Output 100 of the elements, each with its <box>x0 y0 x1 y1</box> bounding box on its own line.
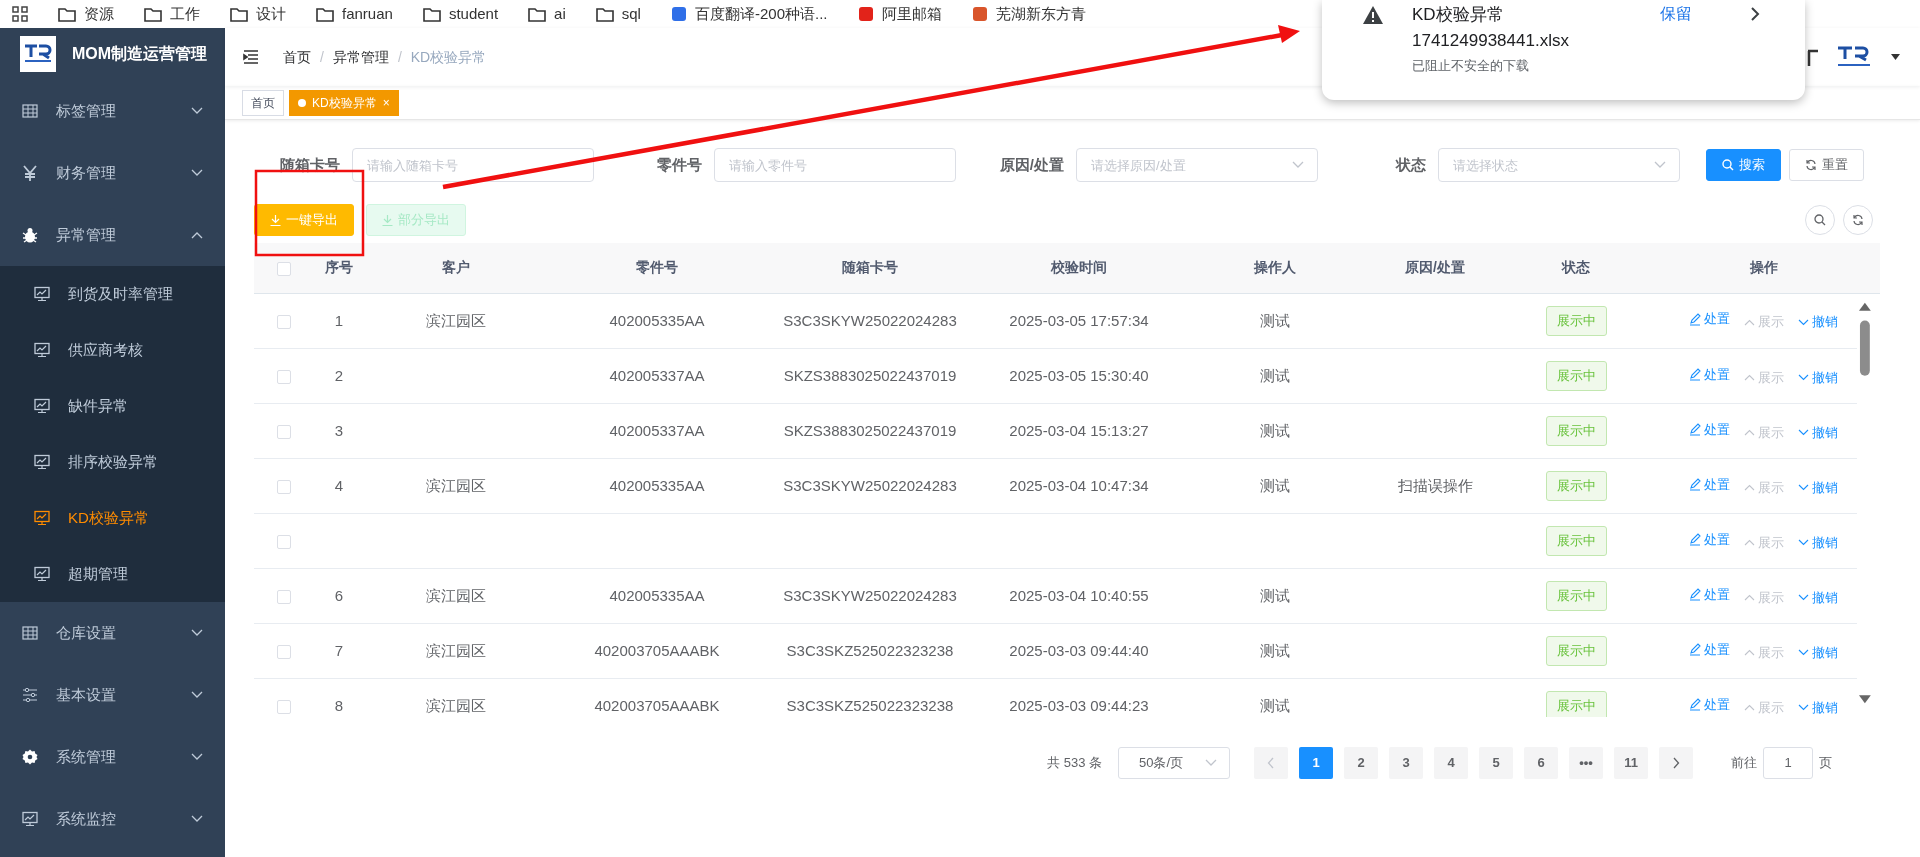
page-button[interactable]: 5 <box>1479 746 1513 779</box>
menu-item[interactable]: 系统监控 <box>0 788 225 850</box>
checkbox[interactable] <box>277 424 291 439</box>
apps-icon[interactable] <box>12 6 28 22</box>
bookmark[interactable]: 设计 <box>230 2 286 26</box>
action-link[interactable]: 处置 <box>1689 419 1730 440</box>
action-link[interactable]: 撤销 <box>1798 642 1838 663</box>
column-header: 序号 <box>325 259 353 276</box>
bookmark[interactable]: 阿里邮箱 <box>857 2 942 26</box>
menu-item[interactable]: 异常管理 <box>0 204 225 266</box>
chevron-up-icon <box>1744 648 1755 656</box>
page-input[interactable]: 1 <box>1763 746 1813 779</box>
checkbox[interactable] <box>277 699 291 714</box>
action-link[interactable]: 撤销 <box>1798 312 1838 332</box>
refresh-button[interactable] <box>1843 205 1873 235</box>
folder-icon <box>230 6 248 22</box>
page-button[interactable]: 3 <box>1389 746 1423 779</box>
checkbox[interactable] <box>277 534 291 549</box>
status-tag: 展示中 <box>1545 361 1607 391</box>
table-cell: 2 <box>334 366 344 384</box>
input-field[interactable]: 请输入零件号 <box>714 148 956 182</box>
table-cell: SKZS3883025022437019 <box>783 366 957 384</box>
select-field[interactable]: 请选择状态 <box>1438 148 1680 182</box>
page-button[interactable]: 4 <box>1434 746 1468 779</box>
action-link[interactable]: 处置 <box>1689 639 1730 660</box>
menu-item[interactable]: 标签管理 <box>0 80 225 142</box>
tab-label: 首页 <box>251 94 275 112</box>
reset-button[interactable]: 重置 <box>1789 149 1864 181</box>
bookmark[interactable]: ai <box>528 2 566 26</box>
next-page-button[interactable] <box>1659 746 1693 779</box>
table-cell: 滨江园区 <box>425 311 486 329</box>
breadcrumb-item[interactable]: 异常管理 <box>332 46 389 68</box>
action-link[interactable]: 处置 <box>1689 529 1730 550</box>
action-link[interactable]: 撤销 <box>1798 422 1838 443</box>
menu-item[interactable]: 财务管理 <box>0 142 225 204</box>
submenu-item[interactable]: 到货及时率管理 <box>0 266 225 322</box>
submenu-item[interactable]: KD校验异常 <box>0 490 225 546</box>
column-header: 原因/处置 <box>1405 259 1465 276</box>
action-link[interactable]: 处置 <box>1689 364 1730 385</box>
submenu-item[interactable]: 供应商考核 <box>0 322 225 378</box>
select-field[interactable]: 请选择原因/处置 <box>1076 148 1318 182</box>
tab[interactable]: 首页 <box>242 89 284 116</box>
checkbox[interactable] <box>277 314 291 329</box>
page-button[interactable]: 11 <box>1614 746 1648 779</box>
search-toggle-button[interactable] <box>1805 205 1835 235</box>
menu-item[interactable]: 系统管理 <box>0 726 225 788</box>
submenu-item[interactable]: 超期管理 <box>0 546 225 602</box>
caret-icon[interactable] <box>1891 54 1900 60</box>
table-cell: 测试 <box>1260 311 1290 329</box>
submenu-item[interactable]: 缺件异常 <box>0 378 225 434</box>
checkbox[interactable] <box>277 589 291 604</box>
action-link: 展示 <box>1744 697 1784 717</box>
action-link[interactable]: 撤销 <box>1798 367 1838 388</box>
bookmark[interactable]: fanruan <box>316 2 393 26</box>
action-link[interactable]: 处置 <box>1689 309 1730 329</box>
menu-item[interactable]: 基本设置 <box>0 664 225 726</box>
action-link[interactable]: 撤销 <box>1798 477 1838 498</box>
breadcrumb-separator: / <box>320 47 324 67</box>
action-link: 展示 <box>1744 532 1784 553</box>
bookmark[interactable]: 工作 <box>144 2 200 26</box>
header-icon[interactable] <box>1807 48 1819 66</box>
table-cell: 2025-03-04 10:47:34 <box>1009 476 1149 494</box>
previous-page-button[interactable] <box>1254 746 1288 779</box>
action-link[interactable]: 撤销 <box>1798 532 1838 553</box>
input-field[interactable]: 请输入随箱卡号 <box>352 148 594 182</box>
search-button[interactable]: 搜索 <box>1706 149 1781 181</box>
search-icon <box>1814 214 1826 226</box>
bookmark[interactable]: 资源 <box>58 2 114 26</box>
checkbox[interactable] <box>277 644 291 659</box>
bookmark[interactable]: 芜湖新东方青 <box>971 2 1086 26</box>
page-size-select[interactable]: 50条/页 <box>1118 746 1230 779</box>
page-button[interactable]: 6 <box>1524 746 1558 779</box>
action-link[interactable]: 撤销 <box>1798 697 1838 717</box>
checkbox[interactable] <box>277 261 291 276</box>
breadcrumb-item[interactable]: 首页 <box>283 46 311 68</box>
bookmark[interactable]: sql <box>595 2 641 26</box>
bookmark[interactable]: student <box>422 2 499 26</box>
menu-item[interactable]: 仓库设置 <box>0 602 225 664</box>
table-cell: 402005337AA <box>609 421 705 439</box>
action-link[interactable]: 处置 <box>1689 694 1730 715</box>
table-icon <box>22 626 38 640</box>
page-button[interactable]: 2 <box>1344 746 1378 779</box>
table-cell: S3C3SKZ525022323238 <box>786 641 954 659</box>
action-link[interactable]: 处置 <box>1689 584 1730 605</box>
page-button[interactable]: ••• <box>1569 746 1603 779</box>
checkbox[interactable] <box>277 369 291 384</box>
chevron-right-icon[interactable] <box>1750 6 1760 22</box>
submenu-item[interactable]: 排序校验异常 <box>0 434 225 490</box>
chevron-down-icon <box>1798 318 1809 326</box>
menu-icon[interactable] <box>243 50 259 64</box>
chevron-up-icon <box>1744 373 1755 381</box>
table-cell: 402003705AAABK <box>594 696 720 714</box>
goto-label: 前往 <box>1731 753 1757 772</box>
keep-button[interactable]: 保留 <box>1660 2 1692 26</box>
bookmark[interactable]: 百度翻译-200种语... <box>670 2 828 26</box>
checkbox[interactable] <box>277 479 291 494</box>
action-link[interactable]: 撤销 <box>1798 587 1838 608</box>
table-cell: 4 <box>334 476 344 494</box>
action-link[interactable]: 处置 <box>1689 474 1730 495</box>
page-button[interactable]: 1 <box>1299 746 1333 779</box>
